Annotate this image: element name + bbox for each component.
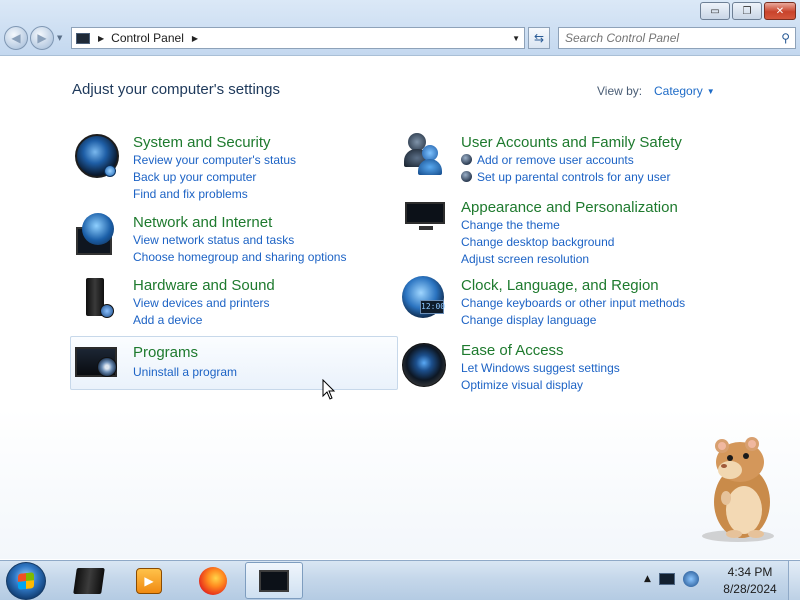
hamster-mascot-image [702, 437, 774, 542]
category-hardware-and-sound: Hardware and Sound View devices and prin… [72, 276, 392, 328]
address-bar[interactable]: ▶ Control Panel ▶ ▼ [71, 27, 525, 49]
link-review-status[interactable]: Review your computer's status [133, 152, 403, 169]
mouse-cursor-icon [322, 379, 336, 400]
view-by-label: View by: [597, 84, 643, 98]
category-title-hardware-and-sound[interactable]: Hardware and Sound [133, 276, 403, 295]
category-ease-of-access: Ease of Access Let Windows suggest setti… [400, 341, 760, 393]
minimize-button[interactable]: ▭ [700, 2, 730, 20]
refresh-icon: ⇆ [533, 31, 545, 45]
address-dropdown-icon[interactable]: ▼ [512, 34, 520, 43]
link-add-remove-users[interactable]: Add or remove user accounts [461, 152, 731, 169]
link-devices-printers[interactable]: View devices and printers [133, 295, 403, 312]
link-find-fix[interactable]: Find and fix problems [133, 186, 403, 203]
link-optimize-visual[interactable]: Optimize visual display [461, 377, 731, 394]
maximize-button[interactable]: ❐ [732, 2, 762, 20]
category-title-network-and-internet[interactable]: Network and Internet [133, 213, 403, 232]
forward-arrow-icon: ▶ [37, 31, 47, 45]
link-network-status[interactable]: View network status and tasks [133, 232, 403, 249]
control-panel-small-icon [76, 32, 90, 44]
category-network-and-internet: Network and Internet View network status… [72, 213, 392, 265]
back-button[interactable]: ◀ [4, 26, 28, 50]
clock-globe-icon[interactable]: 12:00 [400, 276, 450, 326]
window-chrome: ▭ ❐ ✕ ◀ ▶ ▼ ▶ Control Panel ▶ ▼ ⇆ ⚲ [0, 0, 800, 56]
users-icon[interactable] [400, 133, 450, 183]
taskbar-firefox[interactable] [184, 562, 242, 599]
category-system-and-security: System and Security Review your computer… [72, 133, 392, 201]
category-title-ease-of-access[interactable]: Ease of Access [461, 341, 731, 360]
page-title: Adjust your computer's settings [72, 81, 280, 98]
link-suggest-settings[interactable]: Let Windows suggest settings [461, 360, 731, 377]
forward-button[interactable]: ▶ [30, 26, 54, 50]
back-arrow-icon: ◀ [11, 31, 21, 45]
view-by-value[interactable]: Category [654, 84, 703, 98]
category-title-clock-language-region[interactable]: Clock, Language, and Region [461, 276, 731, 295]
link-back-up[interactable]: Back up your computer [133, 169, 403, 186]
close-button[interactable]: ✕ [764, 2, 796, 20]
globe-network-icon[interactable] [72, 213, 122, 263]
system-tray: ▲ [644, 571, 699, 587]
link-uninstall-program[interactable]: Uninstall a program [133, 364, 403, 381]
taskbar-control-panel[interactable] [245, 562, 303, 599]
category-programs[interactable]: Programs Uninstall a program [70, 336, 398, 390]
window-controls: ▭ ❐ ✕ [700, 2, 796, 20]
start-button[interactable] [6, 562, 46, 600]
taskbar: ▶ ▲ 4:34 PM 8/28/2024 [0, 560, 800, 600]
category-title-user-accounts[interactable]: User Accounts and Family Safety [461, 133, 731, 152]
programs-disc-icon[interactable] [73, 339, 123, 389]
printer-speaker-icon[interactable] [72, 276, 122, 326]
network-icon[interactable] [658, 573, 675, 585]
link-change-keyboards[interactable]: Change keyboards or other input methods [461, 295, 731, 312]
volume-icon[interactable] [682, 571, 699, 587]
link-add-device[interactable]: Add a device [133, 312, 403, 329]
category-user-accounts: User Accounts and Family Safety Add or r… [400, 133, 760, 185]
link-screen-resolution[interactable]: Adjust screen resolution [461, 251, 731, 268]
monitor-icon[interactable] [405, 198, 455, 248]
search-input[interactable] [565, 31, 775, 45]
category-title-appearance[interactable]: Appearance and Personalization [461, 198, 731, 217]
taskbar-computer[interactable] [60, 562, 118, 599]
taskbar-clock[interactable]: 4:34 PM 8/28/2024 [718, 564, 782, 598]
link-desktop-background[interactable]: Change desktop background [461, 234, 731, 251]
breadcrumb-chevron-icon[interactable]: ▶ [192, 34, 198, 43]
view-by-dropdown[interactable]: Category ▼ [654, 84, 715, 98]
breadcrumb-separator-icon[interactable]: ▶ [98, 34, 104, 43]
firefox-icon [199, 566, 227, 595]
search-box: ⚲ [558, 27, 796, 49]
computer-tower-icon [73, 567, 105, 594]
link-change-theme[interactable]: Change the theme [461, 217, 731, 234]
link-display-language[interactable]: Change display language [461, 312, 731, 329]
category-title-programs[interactable]: Programs [133, 343, 403, 362]
show-desktop-button[interactable] [788, 561, 800, 600]
show-hidden-icons-icon[interactable]: ▲ [644, 574, 651, 584]
control-panel-content: Adjust your computer's settings View by:… [0, 57, 800, 559]
link-parental-controls[interactable]: Set up parental controls for any user [461, 169, 731, 186]
category-title-system-and-security[interactable]: System and Security [133, 133, 403, 152]
clock-date: 8/28/2024 [723, 582, 777, 596]
refresh-button[interactable]: ⇆ [528, 27, 550, 49]
ease-of-access-icon[interactable] [400, 341, 450, 391]
shield-orb-icon[interactable] [72, 133, 122, 183]
control-panel-icon [259, 569, 289, 592]
chevron-down-icon[interactable]: ▼ [707, 87, 715, 96]
taskbar-media-player[interactable]: ▶ [120, 562, 178, 599]
breadcrumb-control-panel[interactable]: Control Panel [111, 31, 184, 45]
clock-time: 4:34 PM [727, 565, 773, 579]
media-player-icon: ▶ [136, 567, 162, 594]
search-icon[interactable]: ⚲ [781, 31, 790, 45]
recent-pages-dropdown-icon[interactable]: ▼ [57, 34, 62, 42]
category-appearance: Appearance and Personalization Change th… [405, 198, 765, 266]
category-clock-language-region: 12:00 Clock, Language, and Region Change… [400, 276, 760, 328]
navigation-buttons: ◀ ▶ ▼ [4, 26, 62, 50]
link-homegroup[interactable]: Choose homegroup and sharing options [133, 249, 403, 266]
